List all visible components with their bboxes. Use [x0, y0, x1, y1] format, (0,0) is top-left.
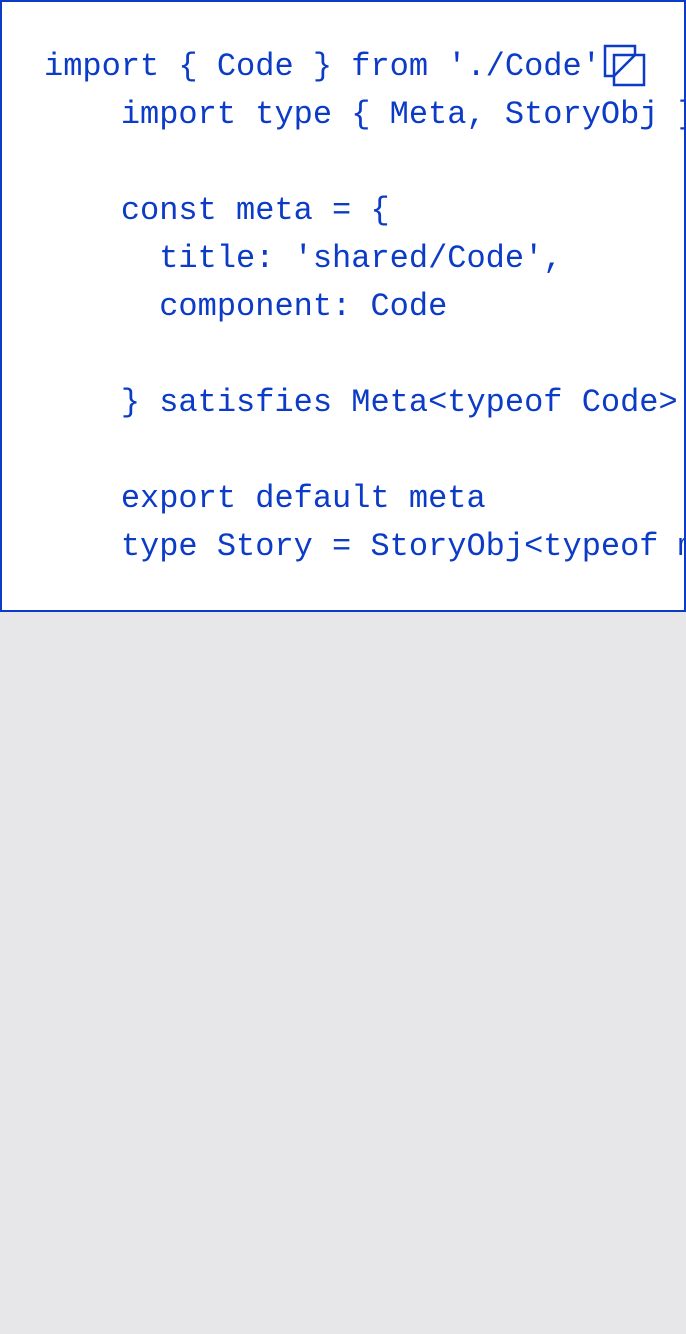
- code-line-5: title: 'shared/Code',: [44, 240, 563, 277]
- code-block: import { Code } from './Code' import typ…: [44, 43, 684, 571]
- code-line-4: const meta = {: [44, 192, 390, 229]
- copy-button[interactable]: [600, 42, 648, 90]
- code-line-2: import type { Meta, StoryObj } from '@st…: [120, 96, 684, 133]
- code-line-10: export default meta: [44, 480, 486, 517]
- code-line-1: import { Code } from './Code': [44, 48, 601, 85]
- code-line-8: } satisfies Meta<typeof Code>: [44, 384, 678, 421]
- copy-icon: [603, 44, 646, 87]
- code-line-11: type Story = StoryObj<typeof meta>: [120, 528, 684, 565]
- code-card: import { Code } from './Code' import typ…: [0, 0, 686, 612]
- code-line-6: component: Code: [44, 288, 448, 325]
